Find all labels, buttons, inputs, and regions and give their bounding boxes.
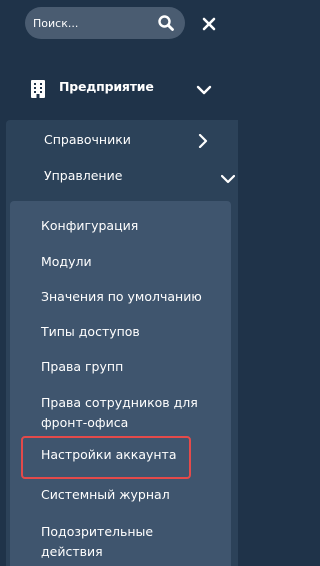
menu-item-front-office-rights[interactable]: Права сотрудников для фронт-офиса [10,391,231,437]
submenu-management: Конфигурация Модули Значения по умолчани… [10,201,231,566]
chevron-down-icon [221,174,235,184]
search-input[interactable] [33,7,145,39]
menu-item-label: Права групп [41,359,124,374]
search-button[interactable] [157,14,175,32]
menu-item-configuration[interactable]: Конфигурация [10,211,231,243]
menu-item-label: Управление [44,168,123,183]
menu-item-enterprise[interactable]: Предприятие [0,70,238,106]
close-button[interactable] [200,15,218,33]
menu-item-management[interactable]: Управление [6,160,238,194]
menu-item-directories[interactable]: Справочники [6,124,238,158]
menu-item-label: Подозрительные действия [41,524,154,559]
enterprise-label: Предприятие [59,79,154,94]
menu-item-label: Значения по умолчанию [41,289,202,304]
search-box[interactable] [25,7,185,39]
menu-item-default-values[interactable]: Значения по умолчанию [10,283,231,315]
menu-item-access-types[interactable]: Типы доступов [10,319,231,351]
menu-item-system-log[interactable]: Системный журнал [10,481,231,513]
menu-item-suspicious-actions[interactable]: Подозрительные действия [10,519,231,565]
menu-item-modules[interactable]: Модули [10,247,231,279]
selection-highlight [21,436,191,479]
building-icon [31,80,45,98]
menu-item-label: Модули [41,254,92,269]
menu-item-label: Конфигурация [41,218,139,233]
menu-item-label: Справочники [44,132,131,147]
search-icon [158,15,174,31]
chevron-down-icon [196,85,212,95]
menu-item-label: Системный журнал [41,487,170,502]
chevron-right-icon [198,134,208,148]
menu-item-label: Права сотрудников для фронт-офиса [41,395,198,430]
menu-item-label: Типы доступов [41,324,140,339]
close-icon [202,17,216,31]
menu-item-group-rights[interactable]: Права групп [10,355,231,387]
